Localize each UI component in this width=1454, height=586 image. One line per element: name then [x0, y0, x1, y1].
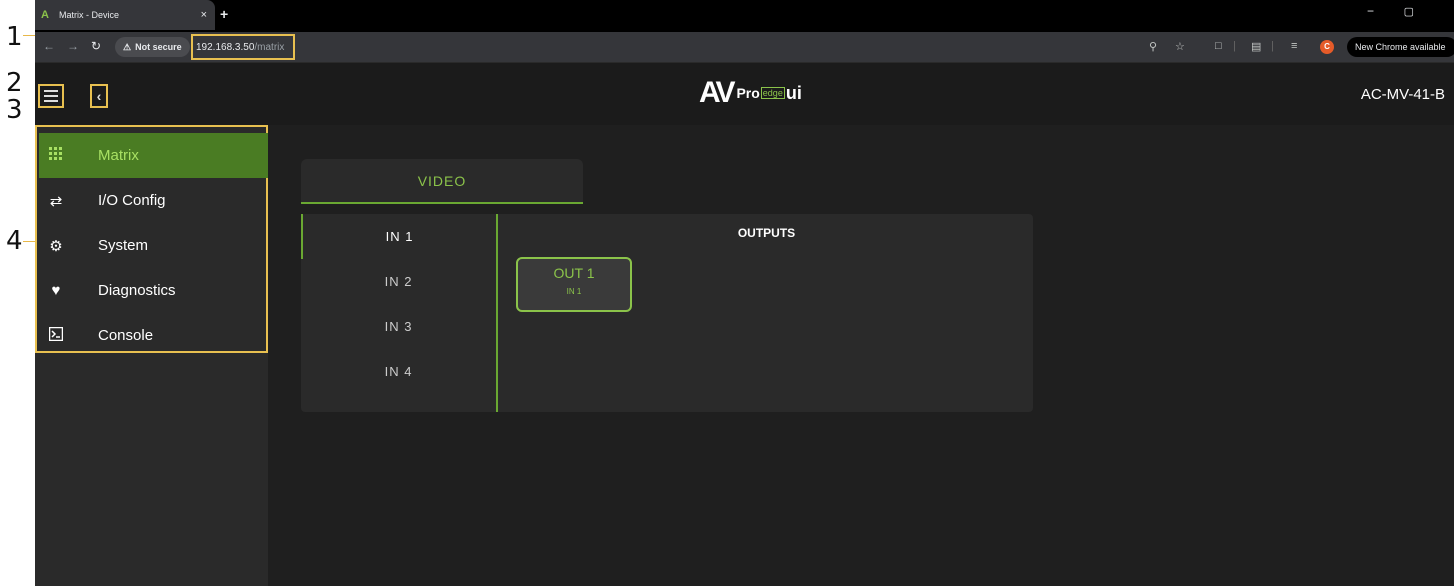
logo-av: AV — [699, 76, 735, 109]
favicon-icon: A — [41, 9, 49, 21]
sidebar-nav: Matrix ⇄ I/O Config ⚙ System ♥ Diagnosti… — [35, 125, 268, 353]
outputs-title: OUTPUTS — [737, 226, 796, 240]
profile-avatar[interactable]: C — [1320, 40, 1334, 54]
input-item-in-1[interactable]: IN 1 — [301, 214, 496, 259]
annotation-4: 4 — [6, 226, 23, 256]
back-arrow-icon[interactable]: ← — [43, 39, 55, 53]
security-indicator[interactable]: ⚠ Not secure — [115, 37, 190, 57]
output-source: IN 1 — [566, 287, 582, 296]
tab-video[interactable]: VIDEO — [301, 159, 583, 204]
new-tab-button[interactable]: + — [220, 6, 228, 22]
output-name: OUT 1 — [553, 265, 595, 281]
annotation-1: 1 — [6, 22, 23, 52]
toolbar-divider: | — [1233, 40, 1236, 52]
url-path: /matrix — [254, 41, 285, 53]
input-item-in-4[interactable]: IN 4 — [301, 349, 496, 394]
hamburger-menu-icon[interactable] — [38, 84, 64, 108]
sidebar-item-label: Diagnostics — [98, 282, 176, 299]
reading-list-icon[interactable]: ▤ — [1251, 40, 1261, 53]
terminal-icon — [46, 326, 66, 345]
avpro-logo: AV Pro edge ui — [699, 76, 802, 109]
inputs-column: IN 1 IN 2 IN 3 IN 4 — [301, 214, 498, 412]
tab-strip: A Matrix - Device × + − ▢ — [35, 0, 1454, 32]
input-item-in-3[interactable]: IN 3 — [301, 304, 496, 349]
media-control-icon[interactable]: ≡ — [1291, 40, 1297, 52]
browser-toolbar: ← → ↻ ⚠ Not secure 192.168.3.50/matrix ⚲… — [35, 32, 1454, 62]
grid-icon — [46, 146, 66, 165]
zoom-icon[interactable]: ⚲ — [1149, 40, 1157, 53]
gear-icon: ⚙ — [49, 237, 63, 255]
annotation-2: 2 — [6, 68, 23, 98]
page: 1 2 3 4 A Matrix - Device × + − ▢ ← → ↻ … — [0, 0, 1454, 586]
logo-ui: ui — [785, 82, 802, 103]
input-item-in-2[interactable]: IN 2 — [301, 259, 496, 304]
collapse-sidebar-chevron-icon[interactable]: ‹ — [90, 84, 108, 108]
browser-window: A Matrix - Device × + − ▢ ← → ↻ ⚠ Not se… — [35, 0, 1454, 586]
restore-button[interactable]: ▢ — [1404, 5, 1414, 18]
sidebar-item-diagnostics[interactable]: ♥ Diagnostics — [39, 268, 268, 313]
logo-edge: edge — [760, 87, 785, 99]
main-content: VIDEO IN 1 IN 2 IN 3 IN 4 OUTPUTS OUT 1 … — [268, 125, 1454, 586]
output-card-out-1[interactable]: OUT 1 IN 1 — [516, 257, 632, 312]
url-text[interactable]: 192.168.3.50/matrix — [191, 34, 295, 60]
sidebar-item-system[interactable]: ⚙ System — [39, 223, 268, 268]
matrix-panel: IN 1 IN 2 IN 3 IN 4 OUTPUTS OUT 1 IN 1 — [301, 214, 1033, 412]
url-host: 192.168.3.50 — [196, 41, 255, 53]
reload-icon[interactable]: ↻ — [91, 39, 101, 53]
tab-close-icon[interactable]: × — [201, 9, 207, 21]
forward-arrow-icon[interactable]: → — [67, 39, 79, 53]
sidebar: Matrix ⇄ I/O Config ⚙ System ♥ Diagnosti… — [35, 125, 268, 586]
minimize-button[interactable]: − — [1367, 4, 1374, 18]
toolbar-divider: | — [1271, 40, 1274, 52]
annotation-3: 3 — [6, 95, 23, 125]
app-header: ‹ AV Pro edge ui AC-MV-41-B — [35, 62, 1454, 125]
sidebar-item-label: Matrix — [98, 147, 139, 164]
heartbeat-icon: ♥ — [51, 282, 61, 299]
update-chrome-button[interactable]: New Chrome available — [1347, 37, 1454, 57]
sidebar-item-label: Console — [98, 327, 154, 344]
logo-pro: Pro — [736, 85, 760, 101]
browser-tab[interactable]: A Matrix - Device × — [35, 0, 215, 30]
warning-icon: ⚠ — [123, 41, 132, 52]
tab-title: Matrix - Device — [59, 10, 120, 20]
sidebar-item-label: System — [98, 237, 149, 254]
sidebar-item-label: I/O Config — [98, 192, 166, 209]
address-bar[interactable]: ⚠ Not secure 192.168.3.50/matrix — [115, 34, 1135, 60]
extensions-icon[interactable]: □ — [1215, 40, 1222, 52]
sidebar-item-matrix[interactable]: Matrix — [39, 133, 268, 178]
swap-arrows-icon: ⇄ — [49, 192, 63, 210]
sidebar-item-console[interactable]: Console — [39, 313, 268, 358]
security-label: Not secure — [135, 42, 182, 52]
bookmark-star-icon[interactable]: ☆ — [1175, 40, 1185, 53]
sidebar-item-io-config[interactable]: ⇄ I/O Config — [39, 178, 268, 223]
device-name: AC-MV-41-B — [1360, 86, 1445, 103]
